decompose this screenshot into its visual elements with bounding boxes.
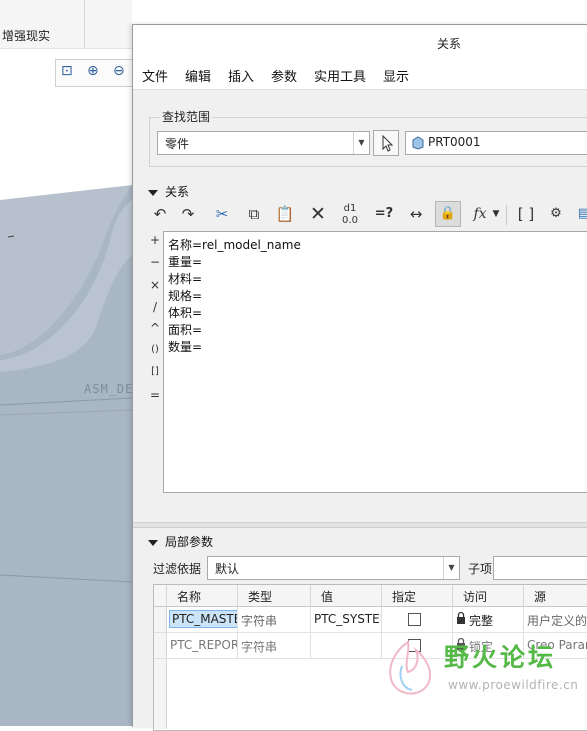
part-name-field[interactable]: PRT0001 xyxy=(405,131,587,155)
cut-icon[interactable]: ✂ xyxy=(209,201,235,227)
chevron-down-icon: ▼ xyxy=(353,132,369,154)
col-header-designate[interactable]: 指定 xyxy=(382,585,453,607)
delete-icon[interactable]: ✕ xyxy=(305,201,331,227)
forum-watermark: 野火论坛 www.proewildfire.cn xyxy=(376,636,587,726)
part-name-value: PRT0001 xyxy=(428,135,481,149)
watermark-url: www.proewildfire.cn xyxy=(448,678,579,692)
table-row[interactable]: PTC_REPOR xyxy=(167,633,238,659)
zoom-in-icon[interactable]: ⊕ xyxy=(87,63,99,79)
brackets-icon[interactable]: [ ] xyxy=(513,201,539,227)
filter-label: 过滤依据 xyxy=(153,562,202,576)
lock-icon xyxy=(457,611,465,624)
redo-icon[interactable]: ↷ xyxy=(175,201,201,227)
relation-line: 材料= xyxy=(168,272,203,286)
dialog-titlebar[interactable]: 关系 xyxy=(133,25,587,59)
col-header-name[interactable]: 名称 xyxy=(167,585,238,607)
relation-line: 名称=rel_model_name xyxy=(168,238,301,252)
sub-items-label: 子项 xyxy=(468,562,493,576)
op-equals[interactable]: = xyxy=(146,388,164,402)
menu-bar: 文件 编辑 插入 参数 实用工具 显示 xyxy=(133,59,587,90)
parameters-icon[interactable]: ▤ xyxy=(571,201,587,227)
copy-icon[interactable]: ⧉ xyxy=(241,201,267,227)
flame-logo-icon xyxy=(389,640,432,695)
op-power[interactable]: ^ xyxy=(146,321,164,335)
col-header-access[interactable]: 访问 xyxy=(453,585,524,607)
menu-insert[interactable]: 插入 xyxy=(228,66,254,85)
menu-parameters[interactable]: 参数 xyxy=(271,66,297,85)
view-toolbar: ⊡ ⊕ ⊖ xyxy=(55,59,136,87)
menu-display[interactable]: 显示 xyxy=(383,66,409,85)
table-row[interactable]: PTC_MASTE xyxy=(167,607,238,633)
relations-toolbar: ↶ ↷ ✂ ⧉ 📋 ✕ d1 0.0 =? ↔ 🔒 fx ▼ [ ] ⚙ ▤ xyxy=(145,201,587,231)
menu-file[interactable]: 文件 xyxy=(142,66,168,85)
sub-items-field[interactable] xyxy=(493,556,587,580)
zoom-out-icon[interactable]: ⊖ xyxy=(113,63,125,79)
relation-line: 面积= xyxy=(168,323,203,337)
chevron-down-icon[interactable]: ▼ xyxy=(489,201,503,227)
undo-icon[interactable]: ↶ xyxy=(147,201,173,227)
filter-select[interactable]: 默认 ▼ xyxy=(207,556,460,580)
op-multiply[interactable]: × xyxy=(146,278,164,292)
cursor-arrow-icon xyxy=(382,134,394,152)
relation-line: 数量= xyxy=(168,340,203,354)
pane-splitter[interactable] xyxy=(133,522,587,528)
model-graphic xyxy=(0,185,132,726)
chevron-down-icon: ▼ xyxy=(443,557,459,579)
zoom-fit-icon[interactable]: ⊡ xyxy=(61,63,73,79)
op-divide[interactable]: / xyxy=(146,300,164,314)
relation-line: 体积= xyxy=(168,306,203,320)
op-brackets[interactable]: [] xyxy=(146,366,164,377)
watermark-text: 野火论坛 xyxy=(444,643,557,672)
relations-dialog: 关系 文件 编辑 插入 参数 实用工具 显示 查找范围 零件 ▼ PRT0001… xyxy=(132,24,587,731)
model-label: ASM_DE xyxy=(84,382,134,396)
evaluate-icon[interactable]: ⚙ xyxy=(543,201,569,227)
collapse-triangle-icon xyxy=(148,189,158,196)
verify-icon[interactable]: =? xyxy=(371,201,397,227)
dialog-title: 关系 xyxy=(437,37,462,51)
op-plus[interactable]: + xyxy=(146,233,164,247)
relation-line: 重量= xyxy=(168,255,203,269)
menu-utilities[interactable]: 实用工具 xyxy=(314,66,366,85)
lock-relation-icon[interactable]: 🔒 xyxy=(435,201,461,227)
scope-group-label: 查找范围 xyxy=(160,108,213,125)
select-model-button[interactable] xyxy=(373,130,399,156)
paste-icon[interactable]: 📋 xyxy=(272,201,298,227)
col-header-type[interactable]: 类型 xyxy=(238,585,311,607)
op-minus[interactable]: − xyxy=(146,255,164,269)
part-icon xyxy=(412,136,424,150)
relations-section-header[interactable]: 关系 xyxy=(148,183,189,200)
collapse-triangle-icon xyxy=(148,539,158,546)
col-header-value[interactable]: 值 xyxy=(311,585,382,607)
op-parentheses[interactable]: () xyxy=(146,344,164,355)
designate-checkbox[interactable] xyxy=(408,613,421,626)
measure-icon[interactable]: ↔ xyxy=(403,201,429,227)
scope-type-select[interactable]: 零件 ▼ xyxy=(157,131,370,155)
menu-edit[interactable]: 编辑 xyxy=(185,66,211,85)
relations-editor[interactable]: 名称=rel_model_name 重量= 材料= 规格= 体积= 面积= 数量… xyxy=(163,231,587,493)
sort-icon[interactable]: d1 0.0 xyxy=(337,201,363,229)
col-header-source[interactable]: 源 xyxy=(524,585,587,607)
local-params-section-header[interactable]: 局部参数 xyxy=(148,533,213,550)
relation-line: 规格= xyxy=(168,289,203,303)
